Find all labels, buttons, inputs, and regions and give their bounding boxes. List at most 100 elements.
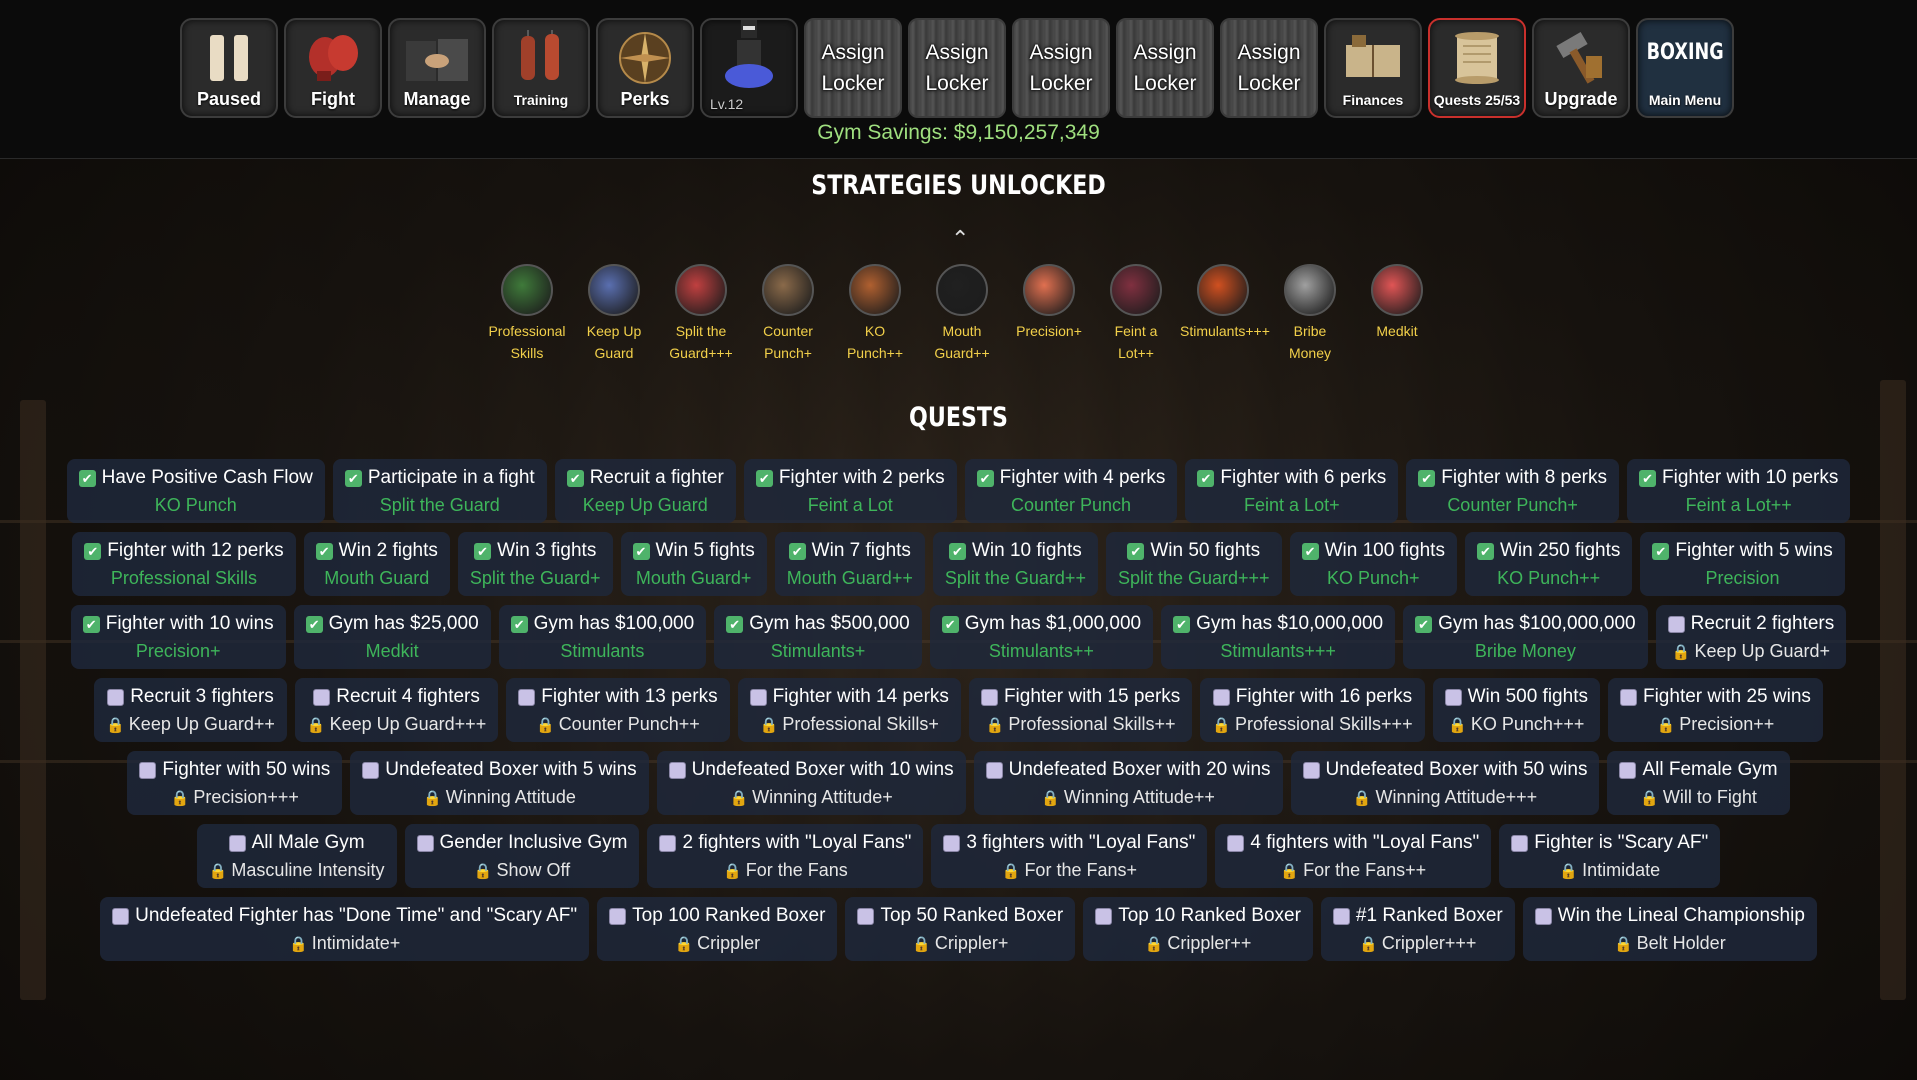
strategy-item[interactable]: Counter Punch+ (745, 264, 831, 364)
perks-button[interactable]: Perks (596, 18, 694, 118)
strategy-item[interactable]: Split the Guard+++ (658, 264, 744, 364)
assign-locker-button[interactable]: Assign Locker (1220, 18, 1318, 118)
quest-card[interactable]: Win 500 fights 🔒 KO Punch+++ (1432, 678, 1600, 742)
quest-card[interactable]: Fighter with 6 perks Feint a Lot+ (1185, 459, 1399, 523)
strategy-item[interactable]: Professional Skills (484, 264, 570, 364)
quest-card[interactable]: Fighter with 10 perks Feint a Lot++ (1627, 459, 1851, 523)
quest-reward: KO Punch+ (1302, 564, 1445, 592)
quest-card[interactable]: Win 3 fights Split the Guard+ (457, 532, 613, 596)
quest-card[interactable]: Win 250 fights KO Punch++ (1464, 532, 1633, 596)
quest-card[interactable]: Fighter with 12 perks Professional Skills (72, 532, 296, 596)
quest-card[interactable]: Recruit a fighter Keep Up Guard (554, 459, 736, 523)
quest-reward-text: Split the Guard+++ (1117, 568, 1270, 588)
quest-card[interactable]: Win 2 fights Mouth Guard (303, 532, 450, 596)
strategy-item[interactable]: Precision+ (1006, 264, 1092, 342)
quest-card[interactable]: Undefeated Boxer with 20 wins 🔒 Winning At… (973, 751, 1283, 815)
quest-card[interactable]: All Male Gym 🔒 Masculine Intensity (196, 824, 397, 888)
quests-title: QUESTS (909, 402, 1008, 433)
quest-card[interactable]: Gym has $10,000,000 Stimulants+++ (1161, 605, 1396, 669)
quest-card[interactable]: Fighter with 10 wins Precision+ (70, 605, 286, 669)
quest-card[interactable]: Fighter with 50 wins 🔒 Precision+++ (127, 751, 343, 815)
quest-card[interactable]: Participate in a fight Split the Guard (332, 459, 547, 523)
collapse-caret-icon[interactable]: ⌃ (951, 226, 969, 252)
fight-button[interactable]: Fight (284, 18, 382, 118)
quest-card[interactable]: Gym has $1,000,000 Stimulants++ (929, 605, 1154, 669)
quest-card[interactable]: Gym has $100,000,000 Bribe Money (1403, 605, 1648, 669)
quest-card[interactable]: Fighter with 13 perks 🔒 Counter Punch++ (506, 678, 730, 742)
quest-card[interactable]: Fighter with 14 perks 🔒 Professional Skill… (737, 678, 961, 742)
hammer-icon (1548, 28, 1614, 88)
quest-card[interactable]: Win 7 fights Mouth Guard++ (774, 532, 925, 596)
quest-card[interactable]: Recruit 4 fighters 🔒 Keep Up Guard+++ (294, 678, 499, 742)
assign-locker-button[interactable]: Assign Locker (1116, 18, 1214, 118)
quest-card[interactable]: Win the Lineal Championship 🔒 Belt Holder (1522, 897, 1817, 961)
training-label: Training (513, 92, 569, 108)
quest-card[interactable]: Gender Inclusive Gym 🔒 Show Off (404, 824, 640, 888)
lock-icon: 🔒 (985, 716, 1005, 734)
quest-title-text: Fighter is "Scary AF" (1534, 832, 1709, 853)
quest-card[interactable]: Fighter with 25 wins 🔒 Precision++ (1607, 678, 1823, 742)
quest-card[interactable]: Recruit 3 fighters 🔒 Keep Up Guard++ (94, 678, 287, 742)
checked-checkbox-icon (344, 469, 362, 487)
quest-card[interactable]: Fighter with 5 wins Precision (1640, 532, 1845, 596)
quest-card[interactable]: Undefeated Boxer with 50 wins 🔒 Winning At… (1290, 751, 1600, 815)
quest-card[interactable]: Gym has $25,000 Medkit (293, 605, 491, 669)
quest-title-text: Recruit 4 fighters (336, 686, 480, 707)
strategy-item[interactable]: Feint a Lot++ (1093, 264, 1179, 364)
finances-button[interactable]: Finances (1324, 18, 1422, 118)
quest-card[interactable]: Fighter with 2 perks Feint a Lot (743, 459, 957, 523)
quest-card[interactable]: Win 5 fights Mouth Guard+ (620, 532, 767, 596)
unchecked-checkbox-icon (1227, 834, 1245, 852)
quest-card[interactable]: Undefeated Boxer with 10 wins 🔒 Winning At… (656, 751, 966, 815)
quest-title: Win the Lineal Championship (1534, 903, 1805, 929)
pause-button[interactable]: Paused (180, 18, 278, 118)
quest-card[interactable]: Have Positive Cash Flow KO Punch (66, 459, 325, 523)
quest-card[interactable]: Gym has $500,000 Stimulants+ (714, 605, 922, 669)
checked-checkbox-icon (948, 542, 966, 560)
quest-row: Have Positive Cash Flow KO Punch Participa… (0, 459, 1917, 523)
quest-card[interactable]: Win 100 fights KO Punch+ (1289, 532, 1457, 596)
manage-button[interactable]: Manage (388, 18, 486, 118)
quest-card[interactable]: Top 10 Ranked Boxer 🔒 Crippler++ (1083, 897, 1313, 961)
quest-card[interactable]: Undefeated Boxer with 5 wins 🔒 Winning Att… (350, 751, 649, 815)
quest-title: Participate in a fight (344, 465, 535, 491)
quest-card[interactable]: Win 10 fights Split the Guard++ (932, 532, 1098, 596)
quest-card[interactable]: #1 Ranked Boxer 🔒 Crippler+++ (1320, 897, 1515, 961)
strategy-item[interactable]: Stimulants+++ (1180, 264, 1270, 342)
quest-reward: 🔒 Winning Attitude+++ (1303, 783, 1588, 812)
quest-card[interactable]: Win 50 fights Split the Guard+++ (1105, 532, 1282, 596)
quest-card[interactable]: 4 fighters with "Loyal Fans" 🔒 For the Fan… (1215, 824, 1492, 888)
quest-card[interactable]: Gym has $100,000 Stimulants (498, 605, 707, 669)
quest-card[interactable]: Fighter is "Scary AF" 🔒 Intimidate (1499, 824, 1721, 888)
quests-button[interactable]: Quests 25/53 (1428, 18, 1526, 118)
strategy-item[interactable]: Mouth Guard++ (919, 264, 1005, 364)
quest-title-text: Gym has $100,000 (533, 613, 695, 634)
main-menu-button[interactable]: BOXING Main Menu (1636, 18, 1734, 118)
assign-locker-button[interactable]: Assign Locker (1012, 18, 1110, 118)
quest-card[interactable]: Fighter with 8 perks Counter Punch+ (1406, 459, 1620, 523)
quest-title: Fighter with 50 wins (139, 757, 330, 783)
quest-card[interactable]: Fighter with 15 perks 🔒 Professional Skill… (968, 678, 1193, 742)
quest-reward: 🔒 Precision++ (1620, 710, 1811, 739)
strategy-item[interactable]: Keep Up Guard (571, 264, 657, 364)
quest-card[interactable]: 2 fighters with "Loyal Fans" 🔒 For the Fan… (647, 824, 924, 888)
quest-card[interactable]: Fighter with 16 perks 🔒 Professional Skill… (1200, 678, 1425, 742)
quest-card[interactable]: Recruit 2 fighters 🔒 Keep Up Guard+ (1655, 605, 1847, 669)
strategy-item[interactable]: Medkit (1354, 264, 1440, 342)
quest-card[interactable]: All Female Gym 🔒 Will to Fight (1607, 751, 1790, 815)
strategy-item[interactable]: Bribe Money (1267, 264, 1353, 364)
quest-card[interactable]: Top 50 Ranked Boxer 🔒 Crippler+ (845, 897, 1076, 961)
boxer-avatar-button[interactable]: Lv.12 (700, 18, 798, 118)
quest-reward: Split the Guard++ (945, 564, 1086, 592)
training-button[interactable]: Training (492, 18, 590, 118)
assign-locker-button[interactable]: Assign Locker (804, 18, 902, 118)
assign-locker-button[interactable]: Assign Locker (908, 18, 1006, 118)
upgrade-button[interactable]: Upgrade (1532, 18, 1630, 118)
quest-card[interactable]: Undefeated Fighter has "Done Time" and "… (100, 897, 590, 961)
quest-title-text: Undefeated Boxer with 5 wins (385, 759, 637, 780)
quest-card[interactable]: Top 100 Ranked Boxer 🔒 Crippler (597, 897, 838, 961)
unchecked-checkbox-icon (139, 761, 157, 779)
strategy-item[interactable]: KO Punch++ (832, 264, 918, 364)
quest-card[interactable]: Fighter with 4 perks Counter Punch (964, 459, 1178, 523)
quest-card[interactable]: 3 fighters with "Loyal Fans" 🔒 For the Fan… (931, 824, 1208, 888)
